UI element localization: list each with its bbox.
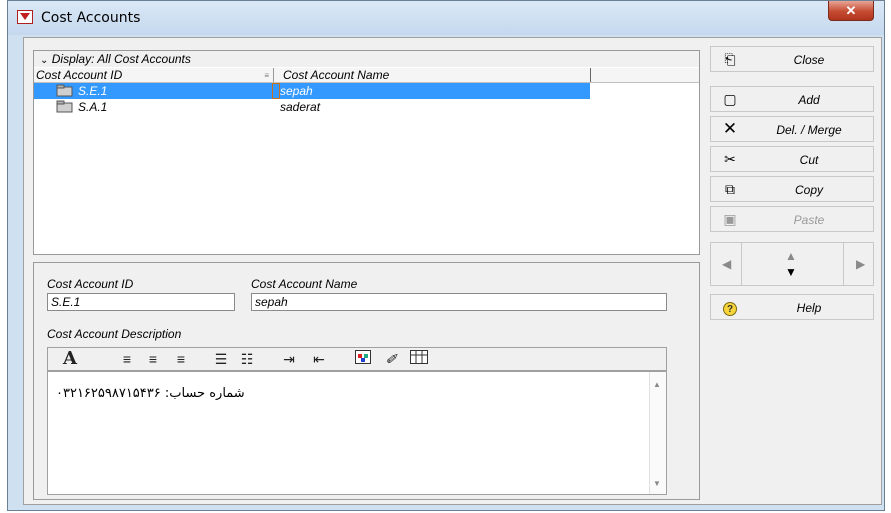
description-label: Cost Account Description [47, 327, 182, 341]
navigation-pad: ◀ ▲ ▼ ▶ [710, 242, 874, 286]
cut-button-label: Cut [799, 153, 819, 167]
row-name: saderat [280, 100, 321, 114]
link-icon[interactable]: ✐ [382, 350, 400, 368]
copy-button[interactable]: ⧉ Copy [710, 176, 874, 202]
new-page-icon: ▢ [723, 91, 737, 107]
table-row[interactable]: S.E.1 sepah [34, 83, 590, 99]
account-folder-icon [56, 100, 73, 113]
nav-up-icon[interactable]: ▲ [785, 249, 797, 263]
help-button[interactable]: ? Help [710, 294, 874, 320]
cost-accounts-window: Cost Accounts ✕ ⌄ Display: All Cost Acco… [7, 0, 885, 511]
left-panel: ⌄ Display: All Cost Accounts Cost Accoun… [26, 40, 702, 502]
list-header: Cost Account ID ≡ Cost Account Name [34, 68, 699, 83]
sort-icon[interactable]: ≡ [264, 71, 269, 80]
column-header-id-label: Cost Account ID [36, 68, 123, 82]
cost-account-list: ⌄ Display: All Cost Accounts Cost Accoun… [33, 50, 700, 255]
app-icon [17, 10, 33, 24]
cost-account-name-field[interactable]: sepah [251, 293, 667, 311]
indent-icon[interactable]: ⇥ [280, 350, 298, 368]
close-window-icon: ⎗ [724, 51, 736, 67]
column-header-id[interactable]: Cost Account ID ≡ [36, 68, 274, 82]
cost-account-id-field[interactable]: S.E.1 [47, 293, 235, 311]
help-icon: ? [721, 299, 739, 316]
description-editor[interactable]: شماره حساب: ۰۳۲۱۶۲۵۹۸۷۱۵۴۳۶ ▲ ▼ [47, 371, 667, 495]
nav-right-icon[interactable]: ▶ [856, 257, 865, 271]
group-header-label: Display: All Cost Accounts [51, 52, 191, 66]
row-name: sepah [280, 84, 313, 98]
copy-button-label: Copy [794, 183, 823, 197]
window-close-button[interactable]: ✕ [828, 1, 874, 21]
description-text: شماره حساب: ۰۳۲۱۶۲۵۹۸۷۱۵۴۳۶ [56, 386, 245, 401]
align-right-icon[interactable]: ≡ [172, 350, 190, 368]
column-header-name[interactable]: Cost Account Name [280, 68, 591, 82]
table-row[interactable]: S.A.1 saderat [34, 99, 590, 115]
help-button-label: Help [796, 301, 822, 315]
window-title: Cost Accounts [41, 10, 141, 26]
column-header-name-label: Cost Account Name [283, 68, 390, 82]
cell-focus-marker [272, 83, 280, 99]
paste-button-label: Paste [793, 213, 825, 227]
dialog-client: ⌄ Display: All Cost Accounts Cost Accoun… [23, 37, 882, 505]
delete-merge-button[interactable]: ✕ Del. / Merge [710, 116, 874, 142]
close-button[interactable]: ⎗ Close [710, 46, 874, 72]
group-header[interactable]: ⌄ Display: All Cost Accounts [34, 51, 699, 67]
color-icon[interactable] [354, 350, 372, 368]
add-button[interactable]: ▢ Add [710, 86, 874, 112]
id-label: Cost Account ID [47, 277, 134, 291]
editor-scrollbar[interactable]: ▲ ▼ [649, 372, 666, 494]
table-icon[interactable] [410, 350, 428, 368]
add-button-label: Add [798, 93, 820, 107]
numbered-list-icon[interactable]: ☷ [238, 350, 256, 368]
close-button-label: Close [793, 53, 825, 67]
nav-down-icon[interactable]: ▼ [785, 265, 797, 279]
bullet-list-icon[interactable]: ☰ [212, 350, 230, 368]
name-label: Cost Account Name [251, 277, 358, 291]
collapse-chevron-icon[interactable]: ⌄ [40, 55, 48, 66]
delete-button-label: Del. / Merge [776, 123, 842, 137]
copy-icon: ⧉ [725, 181, 735, 197]
rich-text-toolbar: A ≡ ≡ ≡ ☰ ☷ ⇥ ⇤ ✐ [47, 347, 667, 371]
outdent-icon[interactable]: ⇤ [310, 350, 328, 368]
row-id: S.E.1 [78, 84, 108, 98]
nav-divider [843, 243, 844, 285]
row-id: S.A.1 [78, 100, 108, 114]
align-center-icon[interactable]: ≡ [144, 350, 162, 368]
nav-left-icon[interactable]: ◀ [722, 257, 731, 271]
cut-button[interactable]: ✂ Cut [710, 146, 874, 172]
delete-x-icon: ✕ [722, 119, 738, 138]
font-icon[interactable]: A [60, 350, 80, 368]
detail-panel: Cost Account ID S.E.1 Cost Account Name … [33, 262, 700, 500]
account-folder-icon [56, 84, 73, 97]
action-buttons: ⎗ Close ▢ Add ✕ Del. / Merge ✂ Cut ⧉ Cop… [706, 40, 879, 502]
title-bar[interactable]: Cost Accounts ✕ [8, 1, 884, 35]
align-left-icon[interactable]: ≡ [118, 350, 136, 368]
paste-button[interactable]: ▣ Paste [710, 206, 874, 232]
nav-divider [741, 243, 742, 285]
scroll-down-icon[interactable]: ▼ [653, 479, 661, 488]
paste-icon: ▣ [723, 211, 737, 227]
scissors-icon: ✂ [724, 151, 736, 167]
scroll-up-icon[interactable]: ▲ [653, 380, 661, 389]
